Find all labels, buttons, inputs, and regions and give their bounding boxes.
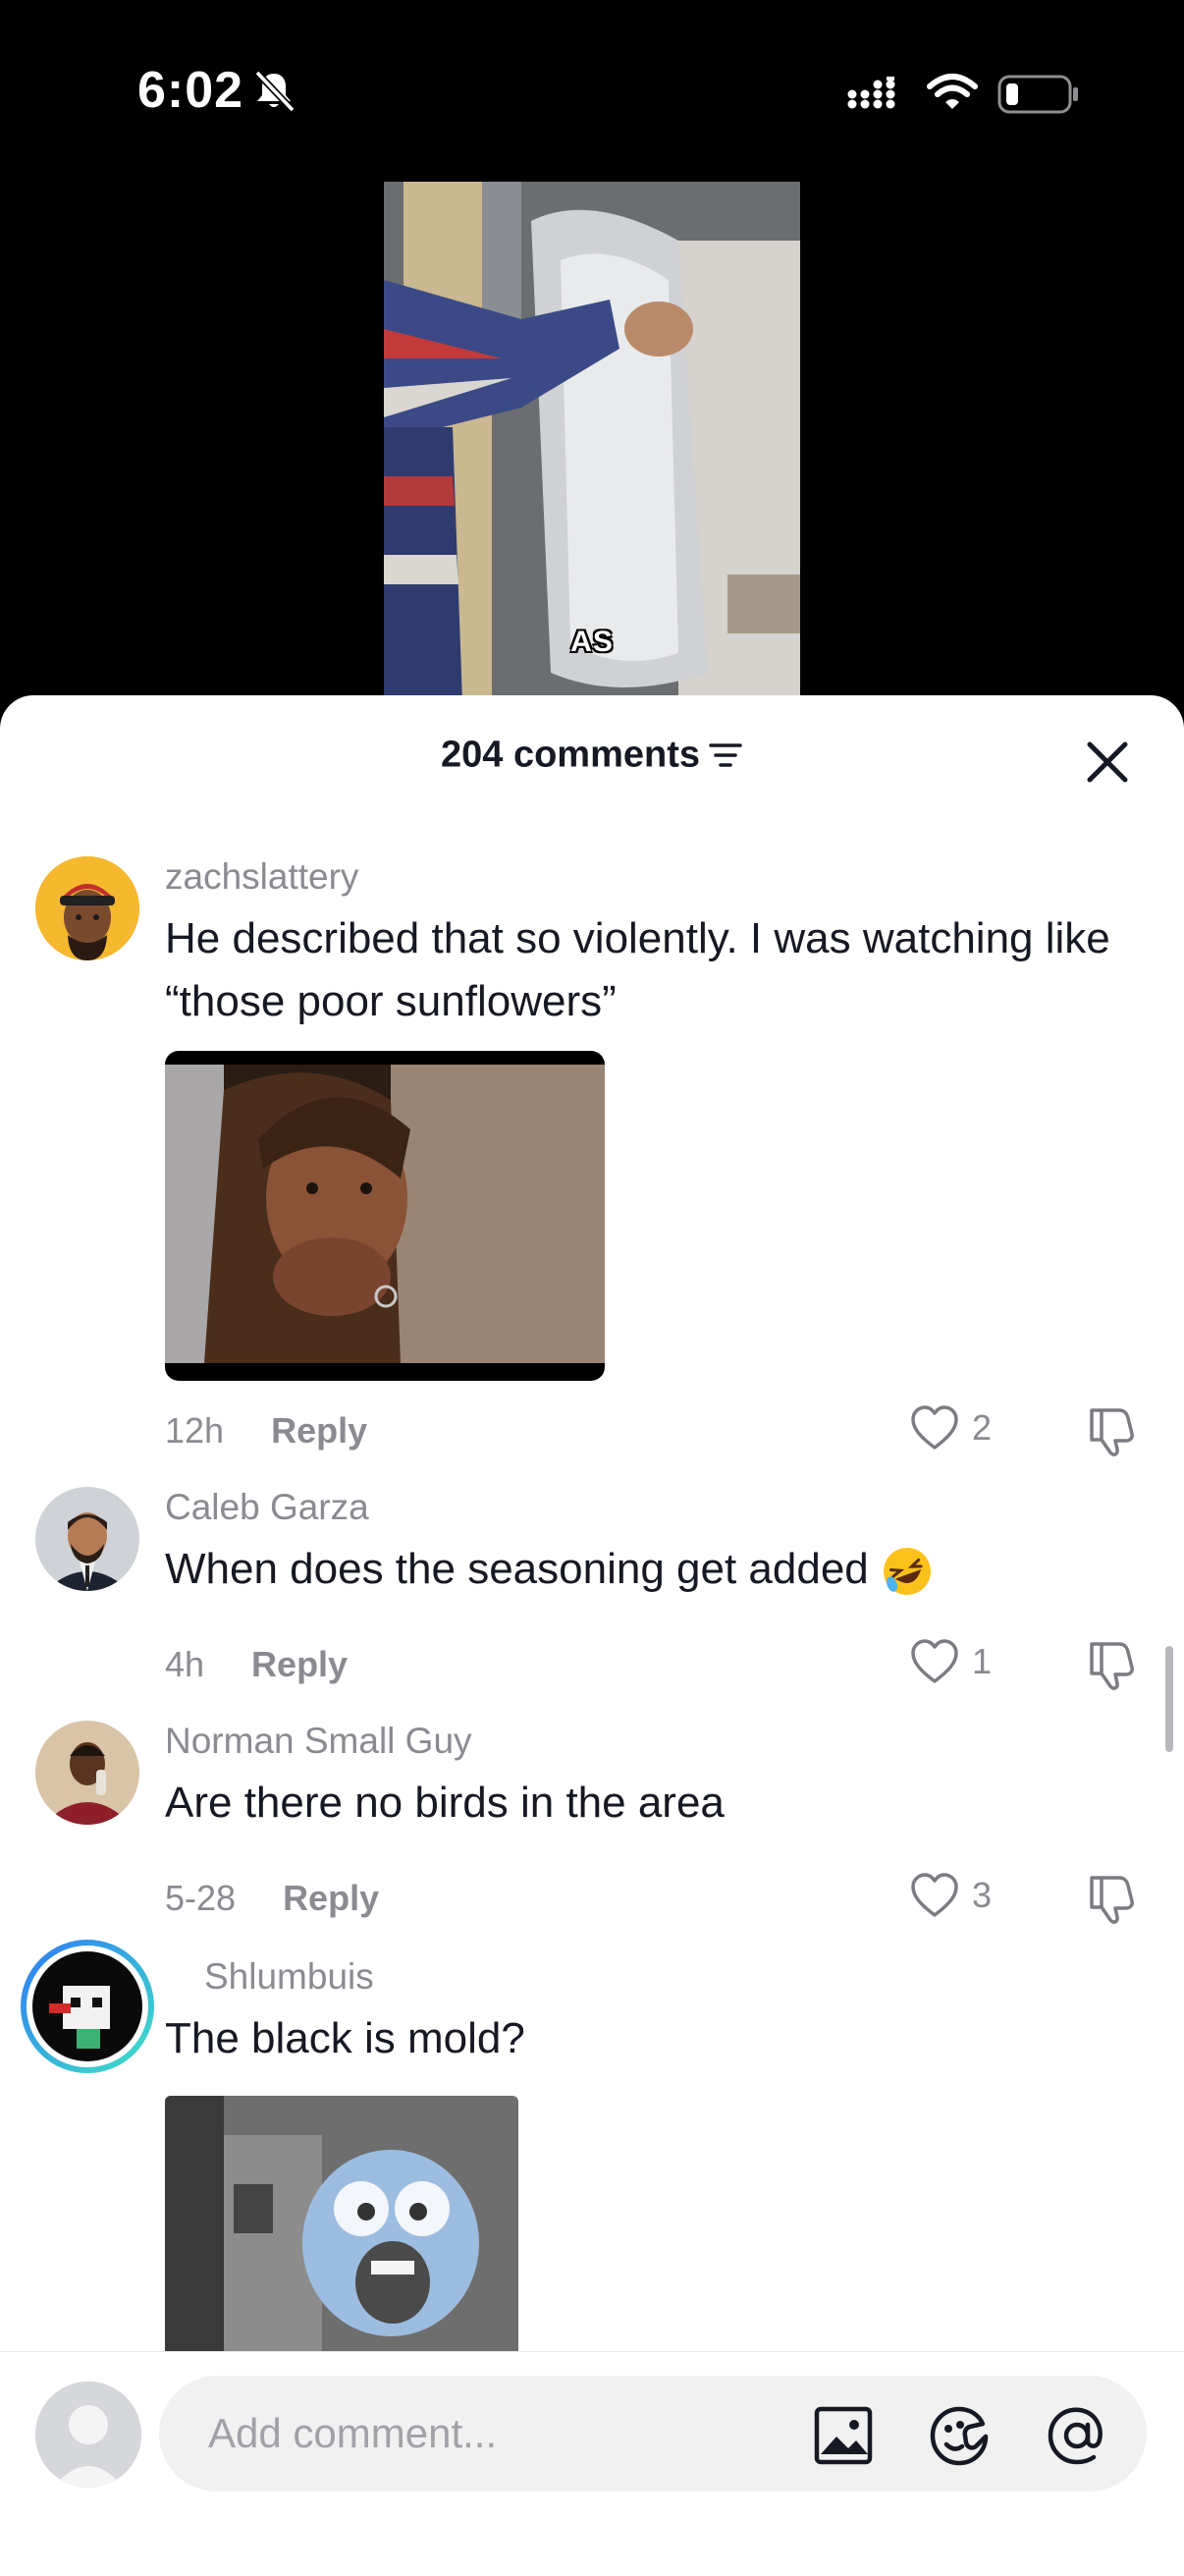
comment-username[interactable]: zachslattery bbox=[165, 856, 358, 898]
comment-text: He described that so violently. I was wa… bbox=[165, 914, 1110, 1025]
comment-count[interactable]: 204 comments bbox=[0, 733, 1184, 776]
comments-header: 204 comments bbox=[0, 695, 1184, 817]
comment-text: Are there no birds in the area bbox=[165, 1779, 725, 1827]
sticker-icon[interactable] bbox=[927, 2403, 992, 2468]
comment-text-body: When does the seasoning get added bbox=[165, 1545, 869, 1593]
like-button[interactable]: 1 bbox=[909, 1638, 992, 1685]
scrollbar[interactable] bbox=[1165, 1646, 1173, 1752]
reply-button[interactable]: Reply bbox=[251, 1644, 348, 1684]
comment-meta: 5-28 Reply bbox=[165, 1878, 379, 1919]
reply-button[interactable]: Reply bbox=[271, 1410, 367, 1451]
avatar[interactable] bbox=[35, 1487, 139, 1591]
mention-icon[interactable] bbox=[1045, 2403, 1109, 2468]
heart-icon bbox=[911, 1639, 958, 1683]
avatar[interactable] bbox=[35, 1721, 139, 1825]
image-icon[interactable] bbox=[811, 2403, 876, 2468]
comment-item: Norman Small Guy Are there no birds in t… bbox=[0, 1715, 1184, 1941]
comment-item: Shlumbuis The black is mold? bbox=[0, 1939, 1184, 2371]
comment-username[interactable]: Caleb Garza bbox=[165, 1487, 369, 1528]
comment-time: 5-28 bbox=[165, 1878, 237, 1918]
comment-time: 12h bbox=[165, 1410, 225, 1451]
like-count: 2 bbox=[972, 1407, 993, 1448]
dislike-icon[interactable] bbox=[1086, 1636, 1137, 1691]
comment-meta: 4h Reply bbox=[165, 1644, 348, 1685]
bell-slash-icon bbox=[254, 70, 296, 113]
like-count: 3 bbox=[972, 1875, 993, 1915]
comment-count-label: 204 comments bbox=[440, 734, 700, 776]
comment-meta: 12h Reply bbox=[165, 1410, 367, 1452]
avatar-story-ring[interactable] bbox=[20, 1939, 155, 2074]
like-button[interactable]: 3 bbox=[909, 1872, 992, 1919]
comment-text: When does the seasoning get added bbox=[165, 1538, 1137, 1601]
status-bar: 6:02 bbox=[0, 0, 1184, 187]
like-count: 1 bbox=[972, 1641, 993, 1681]
laughing-emoji-icon bbox=[884, 1548, 931, 1596]
comment-gif[interactable] bbox=[165, 2096, 518, 2371]
signal-icon bbox=[847, 77, 895, 109]
user-avatar[interactable] bbox=[35, 2382, 141, 2488]
comment-username[interactable]: Shlumbuis bbox=[204, 1956, 374, 1998]
comment-item: Caleb Garza When does the seasoning get … bbox=[0, 1481, 1184, 1707]
comment-time: 4h bbox=[165, 1644, 205, 1684]
dislike-icon[interactable] bbox=[1086, 1402, 1137, 1457]
comment-username[interactable]: Norman Small Guy bbox=[165, 1721, 472, 1762]
sort-icon[interactable] bbox=[708, 740, 743, 770]
status-time: 6:02 bbox=[137, 62, 244, 119]
heart-icon bbox=[911, 1405, 958, 1450]
avatar[interactable] bbox=[35, 856, 139, 960]
comment-composer bbox=[0, 2351, 1184, 2576]
wifi-icon bbox=[927, 74, 978, 109]
battery-icon bbox=[997, 75, 1078, 114]
comment-item: zachslattery He described that so violen… bbox=[0, 843, 1184, 1471]
video-player[interactable]: AS bbox=[384, 182, 800, 702]
like-button[interactable]: 2 bbox=[909, 1404, 992, 1452]
comment-gif[interactable] bbox=[165, 1051, 605, 1381]
dislike-icon[interactable] bbox=[1086, 1870, 1137, 1925]
heart-icon bbox=[911, 1873, 958, 1917]
reply-button[interactable]: Reply bbox=[283, 1878, 379, 1918]
video-thumbnail bbox=[384, 182, 800, 702]
video-caption: AS bbox=[570, 626, 614, 658]
close-icon[interactable] bbox=[1078, 733, 1137, 792]
comment-input[interactable] bbox=[159, 2376, 1147, 2492]
comment-text: The black is mold? bbox=[165, 2014, 525, 2062]
comments-sheet: 204 comments zachslattery He described t… bbox=[0, 695, 1184, 2575]
